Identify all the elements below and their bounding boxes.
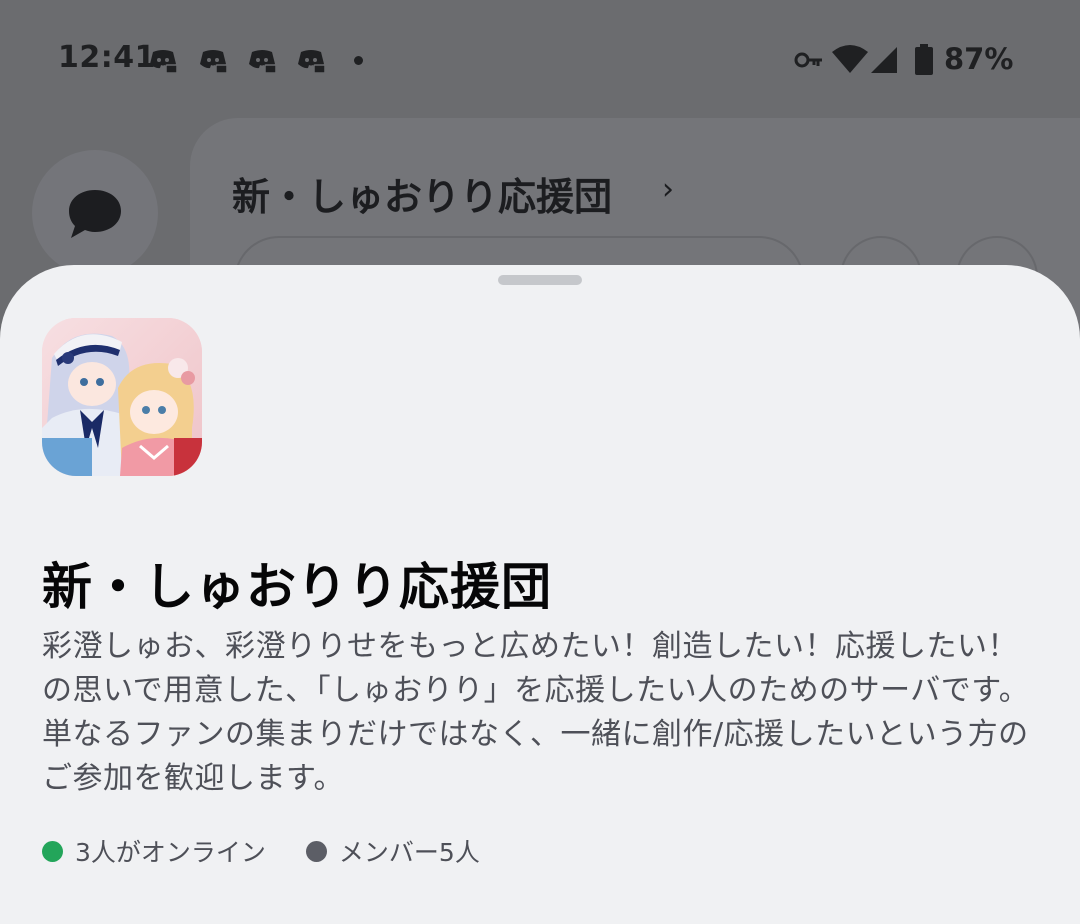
member-count: メンバー5人 xyxy=(305,833,480,869)
server-stats: 3人がオンライン メンバー5人 xyxy=(42,833,520,869)
member-count-label: メンバー5人 xyxy=(338,838,480,867)
clock: 12:41 xyxy=(58,40,156,75)
wifi-icon xyxy=(832,45,868,73)
discord-icon xyxy=(148,48,178,74)
server-description: 彩澄しゅお、彩澄りりせをもっと広めたい！創造したい！応援したい！の思いで用意した… xyxy=(42,629,1030,796)
signal-icon xyxy=(871,47,897,73)
chat-bubble-icon xyxy=(69,190,121,238)
vpn-key-icon xyxy=(794,52,822,68)
chevron-right-icon: › xyxy=(662,172,674,207)
more-notifications-dot xyxy=(354,56,363,65)
battery-icon xyxy=(915,44,933,75)
dm-button[interactable] xyxy=(32,150,158,276)
discord-icon xyxy=(296,48,326,74)
battery-percentage: 87% xyxy=(944,42,1014,76)
discord-icon xyxy=(198,48,228,74)
online-count: 3人がオンライン xyxy=(42,833,266,869)
online-count-label: 3人がオンライン xyxy=(75,838,266,867)
server-icon-image xyxy=(42,318,202,476)
discord-icon xyxy=(247,48,277,74)
status-bar: 12:41 87% xyxy=(0,0,1080,120)
server-info-sheet: 新・しゅおりり応援団 彩澄しゅお、彩澄りりせをもっと広めたい！創造したい！応援し… xyxy=(0,265,1080,924)
server-name: 新・しゅおりり応援団 xyxy=(42,558,552,616)
server-header-title[interactable]: 新・しゅおりり応援団 xyxy=(232,166,612,221)
online-status-dot xyxy=(42,840,63,862)
member-status-dot xyxy=(305,840,327,862)
sheet-drag-handle[interactable] xyxy=(498,275,582,285)
